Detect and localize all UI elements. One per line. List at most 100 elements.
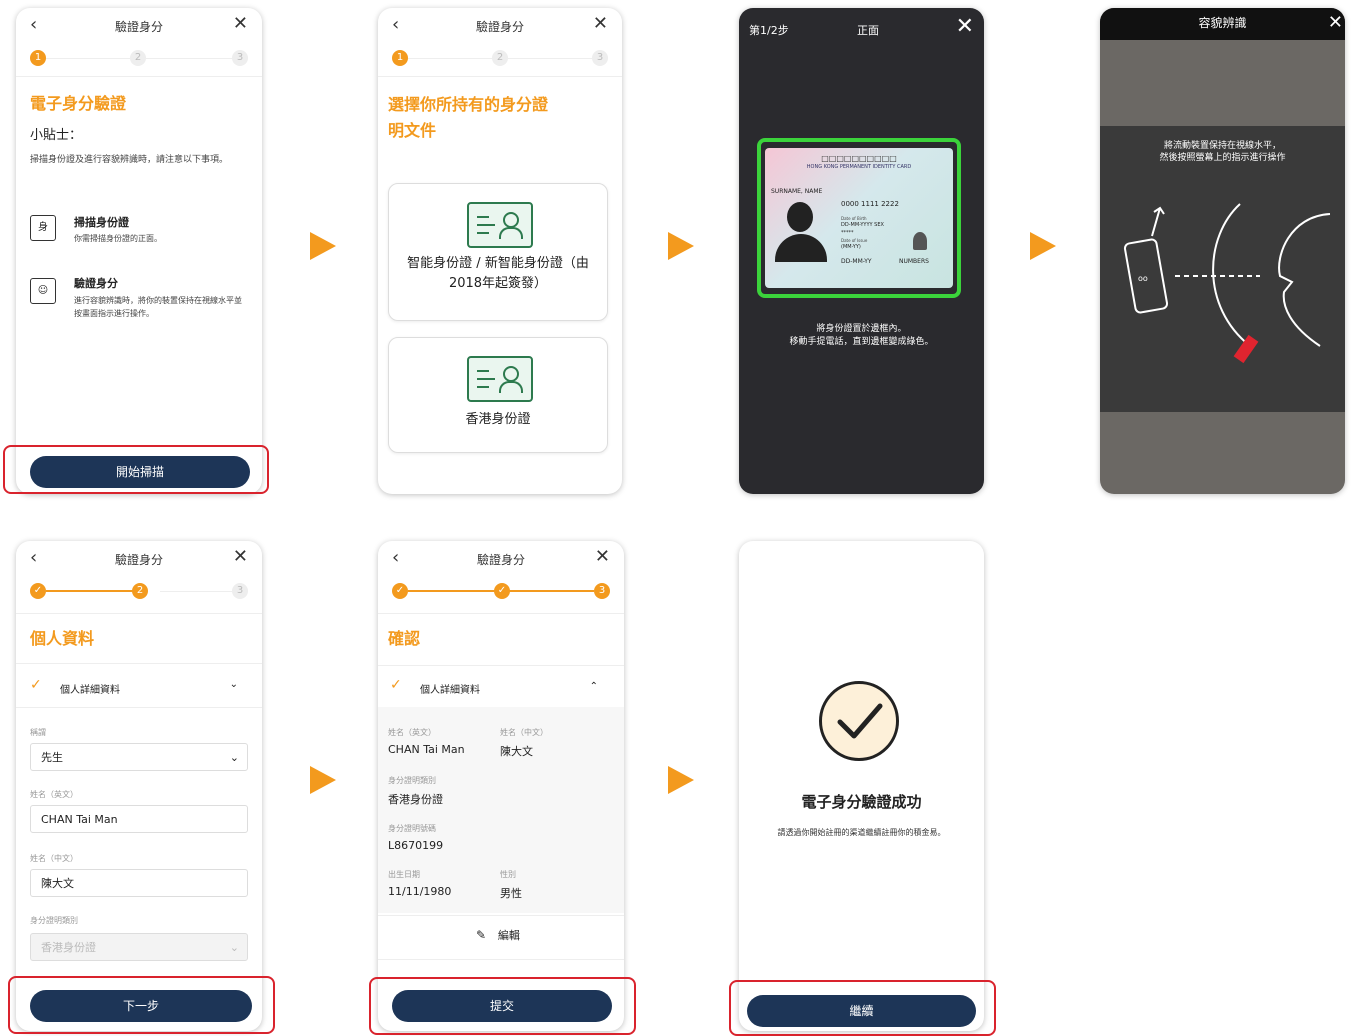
step-2-done: ✓ [494, 583, 510, 599]
scan-id-icon: 身 [30, 215, 56, 241]
name-en-value: CHAN Tai Man [388, 743, 465, 756]
item1-desc: 你需掃描身份證的正面。 [74, 234, 162, 243]
instruction-line-1: 將身份證置於邊框內。 [816, 324, 907, 334]
highlight-box [369, 977, 636, 1035]
page-title: 電子身分驗證 [30, 94, 127, 113]
close-icon[interactable]: ✕ [1328, 12, 1343, 33]
success-description: 請透過你開始註冊的渠道繼續註冊你的積金易。 [777, 828, 946, 837]
doc-number-value: L8670199 [388, 839, 444, 852]
phone-screen-confirm: ‹ 驗證身分 ✕ ✓ ✓ 3 確認 ✓ 個人詳細資料 ⌃ 姓名（英文） CHAN… [378, 541, 624, 1031]
step-progress: 1 2 3 [30, 48, 248, 72]
doc-option-smart-id[interactable]: 智能身份證 / 新智能身份證（由2018年起簽發） [388, 183, 608, 321]
step-3: 3 [594, 583, 610, 599]
sex-value: 男性 [500, 887, 522, 900]
phone-screen-id-scan: 第1/2步 正面 ✕ □□□□□□□□□□ HONG KONG PERMANEN… [739, 8, 984, 494]
phone-screen-face-recognition: 容貌辨識 ✕ 將流動裝置保持在視線水平， 然後按照螢幕上的指示進行操作 oo [1100, 8, 1345, 494]
close-icon[interactable]: ✕ [956, 14, 974, 39]
doc-type-select: 香港身份證 ⌄ [30, 933, 248, 961]
tips-heading: 小貼士： [30, 128, 83, 143]
header-title: 驗證身分 [114, 20, 163, 34]
instruction-line-2: 移動手提電話，直到邊框變成綠色。 [789, 337, 934, 347]
field-label-doc-type: 身分證明類別 [30, 916, 78, 925]
header-title: 驗證身分 [476, 553, 525, 567]
phone-screen-doc-select: ‹ 驗證身分 ✕ 1 2 3 選擇你所持有的身分證明文件 智能身份證 / 新智能… [378, 8, 622, 494]
step-indicator: 第1/2步 [749, 24, 789, 37]
close-icon[interactable]: ✕ [233, 13, 248, 34]
id-card-icon [467, 202, 533, 248]
highlight-box [8, 976, 275, 1034]
portrait-icon [773, 202, 829, 262]
step-1: 1 [392, 50, 408, 66]
chevron-down-icon[interactable]: ⌄ [230, 679, 238, 690]
flow-arrow [1030, 232, 1056, 260]
name-en-field[interactable]: CHAN Tai Man [30, 805, 248, 833]
check-icon: ✓ [390, 677, 402, 693]
edit-link[interactable]: ✎ 編輯 [476, 927, 520, 943]
page-title: 選擇你所持有的身分證明文件 [388, 95, 549, 140]
name-zh-field[interactable]: 陳大文 [30, 869, 248, 897]
field-label-name-zh: 姓名（中文） [30, 854, 78, 863]
step-1: 1 [30, 50, 46, 66]
check-icon: ✓ [30, 677, 42, 693]
flow-arrow [310, 766, 336, 794]
face-verify-icon: ☺ [30, 278, 56, 304]
side-label: 正面 [857, 24, 879, 37]
step-3: 3 [232, 50, 248, 66]
highlight-box [729, 980, 996, 1036]
field-label-title: 稱謂 [30, 728, 46, 737]
header-title: 驗證身分 [475, 20, 524, 34]
phone-screen-intro: ‹ 驗證身分 ✕ 1 2 3 電子身分驗證 小貼士： 掃描身份證及進行容貌辨識時… [16, 8, 262, 494]
step-2: 2 [130, 50, 146, 66]
success-title: 電子身分驗證成功 [801, 793, 922, 811]
id-card-icon [467, 356, 533, 402]
success-check-icon [819, 681, 899, 761]
item1-title: 掃描身份證 [74, 216, 129, 229]
svg-text:oo: oo [1138, 274, 1148, 283]
phone-screen-personal-info: ‹ 驗證身分 ✕ ✓ 2 3 個人資料 ✓ 個人詳細資料 ⌄ 稱謂 先生 ⌄ 姓名… [16, 541, 262, 1031]
camera-overlay: 將流動裝置保持在視線水平， 然後按照螢幕上的指示進行操作 oo [1100, 126, 1345, 412]
id-card-sample: □□□□□□□□□□ HONG KONG PERMANENT IDENTITY … [765, 148, 953, 288]
section-title: 個人詳細資料 [420, 685, 480, 696]
scan-frame: □□□□□□□□□□ HONG KONG PERMANENT IDENTITY … [757, 138, 961, 298]
page-title: 確認 [388, 629, 421, 648]
name-zh-value: 陳大文 [500, 745, 533, 758]
item2-desc: 進行容貌辨識時，將你的裝置保持在視線水平並按畫面指示進行操作。 [74, 296, 242, 318]
top-bar: 容貌辨識 ✕ [1100, 8, 1345, 40]
dob-value: 11/11/1980 [388, 885, 452, 898]
doc-type-value: 香港身份證 [388, 793, 443, 806]
item2-title: 驗證身分 [74, 277, 118, 290]
close-icon[interactable]: ✕ [595, 546, 610, 567]
title-select[interactable]: 先生 ⌄ [30, 743, 248, 771]
close-icon[interactable]: ✕ [233, 546, 248, 567]
step-progress: 1 2 3 [392, 48, 608, 72]
flow-arrow [668, 766, 694, 794]
section-title: 個人詳細資料 [60, 685, 120, 696]
highlight-box [3, 445, 269, 494]
screen-title: 容貌辨識 [1198, 16, 1247, 30]
phone-screen-success: 電子身分驗證成功 請透過你開始註冊的渠道繼續註冊你的積金易。 繼續 [739, 541, 984, 1031]
step-3: 3 [592, 50, 608, 66]
step-progress: ✓ ✓ 3 [392, 581, 610, 605]
doc-option-hkid[interactable]: 香港身份證 [388, 337, 608, 453]
header-title: 驗證身分 [114, 553, 163, 567]
flow-arrow [310, 232, 336, 260]
step-2: 2 [492, 50, 508, 66]
doc-option-label: 香港身份證 [465, 412, 531, 427]
step-1-done: ✓ [30, 583, 46, 599]
step-progress: ✓ 2 3 [30, 581, 248, 605]
chevron-up-icon[interactable]: ⌃ [590, 681, 598, 692]
step-1-done: ✓ [392, 583, 408, 599]
details-panel: 姓名（英文） CHAN Tai Man 姓名（中文） 陳大文 身分證明類別 香港… [378, 707, 624, 913]
flow-arrow [668, 232, 694, 260]
tips-text: 掃描身份證及進行容貌辨識時，請注意以下事項。 [30, 155, 229, 165]
field-label-name-en: 姓名（英文） [30, 790, 78, 799]
chevron-down-icon: ⌄ [229, 751, 239, 764]
face-illustration: oo [1123, 203, 1331, 364]
page-title: 個人資料 [30, 629, 95, 648]
chevron-down-icon: ⌄ [229, 941, 239, 954]
pencil-icon: ✎ [476, 928, 487, 942]
instruction-line-2: 然後按照螢幕上的指示進行操作 [1159, 153, 1286, 163]
step-3: 3 [232, 583, 248, 599]
close-icon[interactable]: ✕ [593, 13, 608, 34]
doc-option-label: 智能身份證 / 新智能身份證（由2018年起簽發） [407, 256, 589, 291]
